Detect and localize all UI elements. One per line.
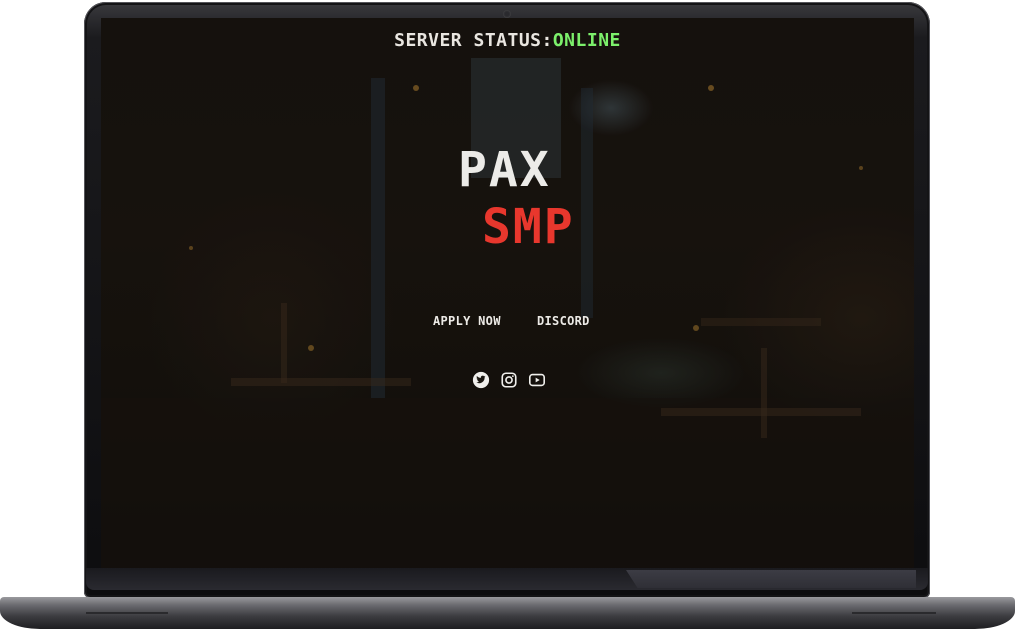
camera-icon	[503, 10, 511, 18]
social-links	[472, 371, 546, 389]
discord-button[interactable]: DISCORD	[537, 314, 590, 328]
server-status-value: ONLINE	[552, 30, 621, 51]
base-groove-left	[86, 612, 168, 614]
youtube-icon[interactable]	[528, 371, 546, 389]
logo-line-2: SMP	[482, 199, 575, 255]
laptop-mockup: SERVER STATUS:ONLINE PAX SMP APPLY NOW D…	[0, 0, 1015, 629]
instagram-icon[interactable]	[500, 371, 518, 389]
base-groove-right	[852, 612, 936, 614]
laptop-hinge-strip	[626, 570, 916, 588]
server-status-label: SERVER STATUS:	[394, 30, 553, 51]
laptop-screen: SERVER STATUS:ONLINE PAX SMP APPLY NOW D…	[101, 18, 914, 568]
page-content: SERVER STATUS:ONLINE PAX SMP APPLY NOW D…	[101, 18, 914, 568]
logo-line-1: PAX	[458, 142, 551, 198]
twitter-icon[interactable]	[472, 371, 490, 389]
server-status: SERVER STATUS:ONLINE	[101, 30, 914, 51]
apply-now-button[interactable]: APPLY NOW	[433, 314, 501, 328]
